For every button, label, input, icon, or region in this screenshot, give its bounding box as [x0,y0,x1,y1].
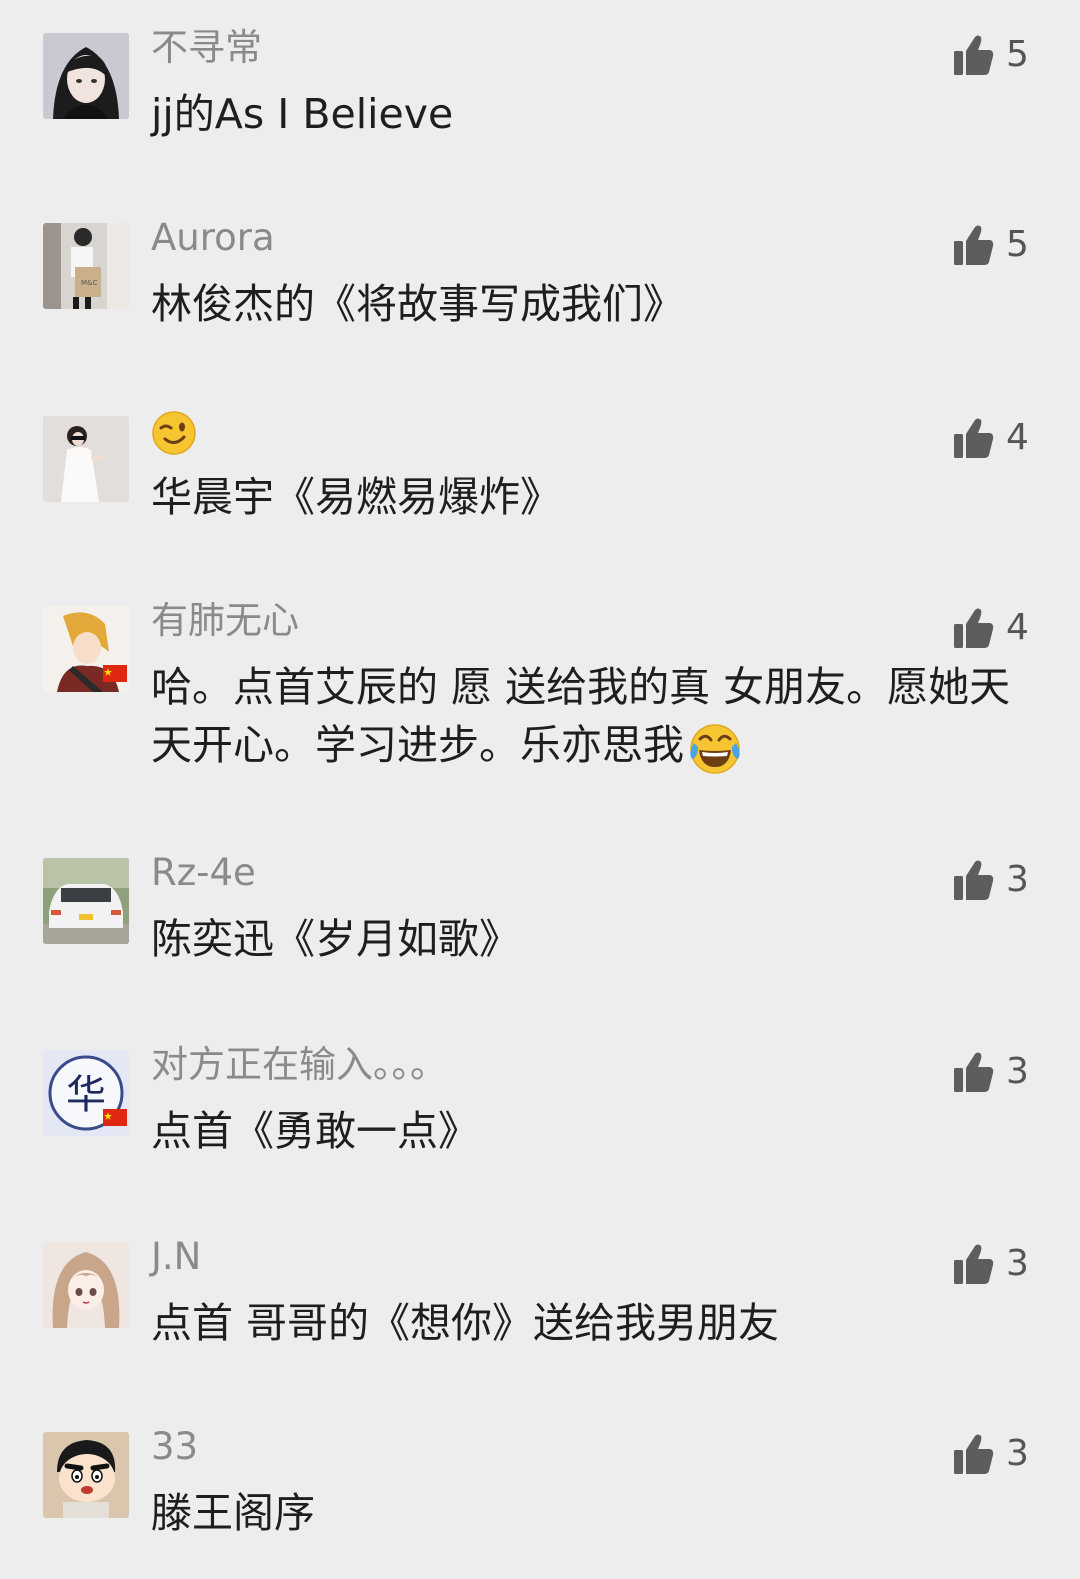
avatar[interactable] [43,416,129,502]
like-count: 3 [1006,1051,1029,1092]
svg-text:M&C: M&C [81,279,97,287]
like-button[interactable]: 3 [954,1431,1029,1477]
white-car-avatar-icon [43,858,129,944]
comment-content: 哈。点首艾辰的 愿 送给我的真 女朋友。愿她天天开心。学习进步。乐亦思我 [151,658,1031,775]
tears-of-joy-emoji-icon [686,721,744,775]
avatar[interactable] [43,606,129,692]
avatar[interactable]: M&C [43,223,129,309]
comment-content: jj的As I Believe [151,90,454,138]
like-count: 3 [1006,1433,1029,1474]
thumbs-up-icon [954,418,994,458]
comment-content: 点首《勇敢一点》 [151,1107,479,1155]
girl-white-dress-avatar-icon [43,416,129,502]
china-flag-icon [103,1109,127,1126]
girl-with-bag-avatar-icon: M&C [43,223,129,309]
like-button[interactable]: 5 [954,32,1029,78]
avatar[interactable] [43,858,129,944]
comment-content: 林俊杰的《将故事写成我们》 [151,280,684,328]
like-button[interactable]: 3 [954,1049,1029,1095]
like-button[interactable]: 5 [954,222,1029,268]
like-count: 5 [1006,224,1029,265]
avatar[interactable] [43,1432,129,1518]
avatar[interactable] [43,1242,129,1328]
thumbs-up-icon [954,1052,994,1092]
like-button[interactable]: 3 [954,857,1029,903]
like-count: 3 [1006,1243,1029,1284]
comment-username[interactable]: J.N [151,1234,201,1280]
like-count: 3 [1006,859,1029,900]
comment-username[interactable]: 对方正在输入。。。 [151,1042,447,1088]
comment-content: 滕王阁序 [151,1489,315,1537]
like-button[interactable]: 3 [954,1241,1029,1287]
comment-content: 华晨宇《易燃易爆炸》 [151,473,561,521]
comment-username[interactable]: Aurora [151,215,275,261]
girl-avatar-icon [43,33,129,119]
like-count: 4 [1006,417,1029,458]
thumbs-up-icon [954,1434,994,1474]
crayon-shinchan-avatar-icon [43,1432,129,1518]
anime-girl-avatar-icon [43,1242,129,1328]
comment-content: 点首 哥哥的《想你》送给我男朋友 [151,1299,780,1347]
like-count: 5 [1006,34,1029,75]
hua-character-text: 华 [66,1072,106,1118]
thumbs-up-icon [954,35,994,75]
comment-username[interactable]: 33 [151,1424,198,1470]
comment-content-text: 哈。点首艾辰的 愿 送给我的真 女朋友。愿她天天开心。学习进步。乐亦思我 [151,663,1011,769]
like-button[interactable]: 4 [954,605,1029,651]
thumbs-up-icon [954,1244,994,1284]
china-flag-icon [103,665,127,682]
avatar[interactable] [43,33,129,119]
wink-emoji-icon [151,410,197,456]
thumbs-up-icon [954,860,994,900]
like-button[interactable]: 4 [954,415,1029,461]
like-count: 4 [1006,607,1029,648]
avatar[interactable]: 华 [43,1050,129,1136]
thumbs-up-icon [954,608,994,648]
comment-username[interactable] [151,408,197,456]
comment-username[interactable]: 不寻常 [151,25,262,71]
comment-username[interactable]: Rz-4e [151,850,256,896]
comment-content: 陈奕迅《岁月如歌》 [151,915,520,963]
thumbs-up-icon [954,225,994,265]
comment-username[interactable]: 有肺无心 [151,598,299,644]
